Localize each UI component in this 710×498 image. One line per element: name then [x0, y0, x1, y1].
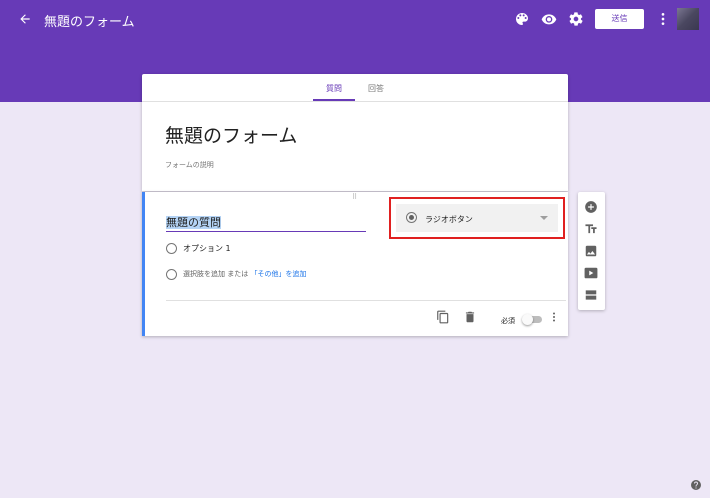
section-icon[interactable] — [584, 288, 598, 302]
image-icon[interactable] — [584, 244, 598, 258]
copy-icon[interactable] — [436, 310, 450, 324]
more-vert-icon[interactable] — [548, 310, 560, 324]
gear-icon[interactable] — [568, 11, 584, 27]
form-title-header: 無題のフォーム — [44, 15, 135, 30]
option-label[interactable]: オプション 1 — [183, 243, 231, 254]
add-circle-icon[interactable] — [584, 200, 598, 214]
trash-icon[interactable] — [463, 310, 477, 324]
tab-bar: 質問 回答 — [142, 74, 568, 102]
highlight-box — [389, 197, 565, 239]
form-title-card: 質問 回答 無題のフォーム フォームの説明 — [142, 74, 568, 191]
question-title-input[interactable]: 無題の質問 — [166, 214, 366, 232]
form-title-input[interactable]: 無題のフォーム — [165, 121, 297, 148]
question-card[interactable]: ⠿ 無題の質問 ラジオボタン オプション 1 選択肢を追加 または 「その他」を… — [142, 192, 568, 336]
or-text: または — [227, 270, 249, 278]
tab-questions[interactable]: 質問 — [326, 83, 342, 94]
back-arrow-icon[interactable] — [18, 12, 32, 26]
form-description-input[interactable]: フォームの説明 — [165, 160, 214, 170]
required-toggle[interactable] — [522, 314, 543, 325]
avatar[interactable] — [677, 8, 699, 30]
palette-icon[interactable] — [514, 11, 530, 27]
side-toolbar — [578, 192, 605, 310]
app-header: 無題のフォーム 送信 — [0, 0, 710, 38]
footer-divider — [166, 300, 566, 301]
eye-icon[interactable] — [541, 11, 557, 27]
title-text-icon[interactable] — [584, 222, 598, 236]
video-icon[interactable] — [584, 266, 598, 280]
drag-handle-icon[interactable]: ⠿ — [352, 194, 358, 201]
add-option-radio-icon — [166, 269, 177, 280]
add-option-row: 選択肢を追加 または 「その他」を追加 — [183, 269, 306, 279]
option-radio-icon — [166, 243, 177, 254]
add-option-link[interactable]: 選択肢を追加 — [183, 270, 225, 278]
tab-responses[interactable]: 回答 — [368, 83, 384, 94]
help-icon[interactable] — [690, 479, 702, 491]
toggle-thumb — [522, 314, 533, 325]
question-title-text: 無題の質問 — [166, 216, 221, 229]
more-vert-icon[interactable] — [655, 11, 671, 27]
send-button[interactable]: 送信 — [595, 9, 644, 29]
required-label: 必須 — [501, 317, 515, 325]
active-tab-indicator — [313, 99, 355, 101]
add-other-link[interactable]: 「その他」を追加 — [250, 270, 306, 278]
